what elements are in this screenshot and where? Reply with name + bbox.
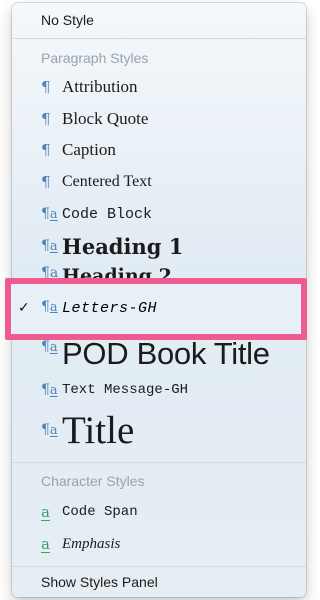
menu-item-centered-text[interactable]: ¶ Centered Text — [12, 170, 306, 194]
menu-item-label: Attribution — [62, 77, 138, 96]
menu-item-label: Code Span — [62, 504, 138, 520]
section-header-paragraph-styles: Paragraph Styles — [41, 50, 149, 66]
menu-item-label: Text Message-GH — [62, 382, 189, 398]
paragraph-char-icon: ¶a — [41, 238, 58, 254]
menu-item-label: Caption — [62, 140, 116, 159]
checkmark-icon: ✓ — [18, 300, 30, 316]
menu-item-show-styles-panel[interactable]: Show Styles Panel — [12, 571, 306, 593]
character-style-icon: a — [41, 503, 50, 521]
menu-item-label: Heading 1 — [62, 233, 184, 259]
menu-item-no-style[interactable]: No Style — [12, 9, 306, 31]
paragraph-char-icon: ¶a — [41, 299, 58, 315]
menu-item-emphasis[interactable]: a Emphasis — [12, 532, 306, 556]
paragraph-char-icon: ¶a — [41, 206, 58, 222]
menu-item-label: Emphasis — [62, 535, 121, 552]
menu-item-label: Block Quote — [62, 109, 149, 128]
menu-item-heading-1[interactable]: ¶a Heading 1 — [12, 231, 306, 261]
paragraph-char-icon: ¶a — [41, 339, 58, 355]
menu-item-code-span[interactable]: a Code Span — [12, 500, 306, 524]
menu-item-code-block[interactable]: ¶a Code Block — [12, 202, 306, 226]
menu-item-label: Centered Text — [62, 173, 152, 190]
menu-item-block-quote[interactable]: ¶ Block Quote — [12, 107, 306, 131]
menu-item-letters-gh[interactable]: ✓ ¶a Letters-GH — [5, 278, 307, 340]
character-style-icon: a — [41, 535, 50, 553]
menu-item-label: Code Block — [62, 205, 153, 223]
pilcrow-icon: ¶ — [41, 173, 51, 191]
menu-separator — [12, 566, 306, 567]
menu-item-text-message-gh[interactable]: ¶a Text Message-GH — [12, 378, 306, 402]
menu-item-attribution[interactable]: ¶ Attribution — [12, 75, 306, 99]
menu-item-title[interactable]: ¶a Title — [12, 408, 306, 452]
paragraph-char-icon: ¶a — [41, 422, 58, 438]
menu-separator — [12, 38, 306, 39]
menu-item-label: Show Styles Panel — [41, 574, 158, 590]
pilcrow-icon: ¶ — [41, 141, 51, 159]
paragraph-char-icon: ¶a — [41, 382, 58, 398]
menu-item-pod-book-title[interactable]: ¶a POD Book Title — [12, 336, 306, 371]
menu-item-label: Letters-GH — [62, 300, 158, 317]
menu-item-label: Title — [62, 408, 135, 452]
section-header-character-styles: Character Styles — [41, 473, 145, 489]
menu-item-label: POD Book Title — [62, 336, 270, 371]
menu-item-label: No Style — [41, 12, 94, 28]
menu-item-caption[interactable]: ¶ Caption — [12, 138, 306, 162]
pilcrow-icon: ¶ — [41, 110, 51, 128]
menu-separator — [12, 462, 306, 463]
pilcrow-icon: ¶ — [41, 78, 51, 96]
